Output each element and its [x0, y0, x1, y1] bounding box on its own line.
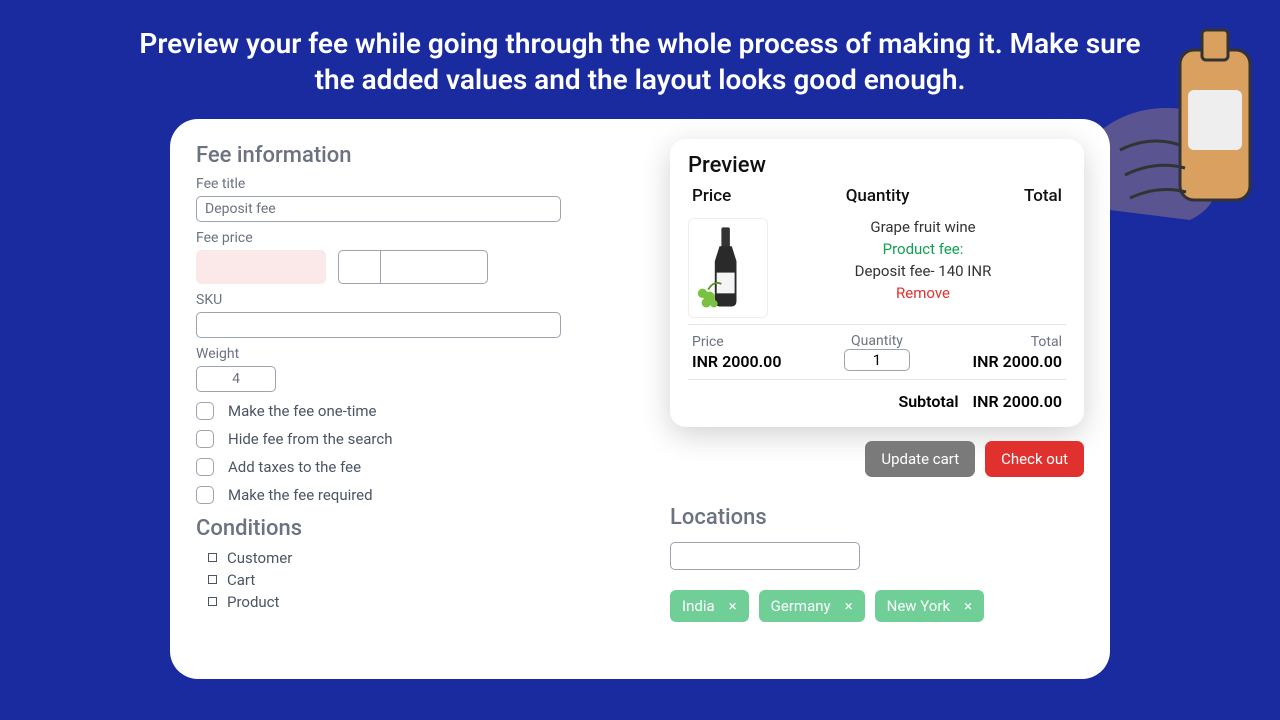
fee-price-input[interactable]	[196, 250, 326, 284]
preview-column: Preview Price Quantity Total	[670, 143, 1084, 655]
condition-customer[interactable]: Customer	[196, 547, 610, 569]
fee-title-input[interactable]	[196, 196, 561, 222]
locations-input[interactable]	[670, 542, 860, 570]
product-image	[688, 218, 768, 318]
tag-germany[interactable]: Germany×	[759, 590, 865, 622]
check-hide-search[interactable]: Hide fee from the search	[196, 430, 610, 448]
preview-card: Preview Price Quantity Total	[670, 139, 1084, 427]
locations-heading: Locations	[670, 505, 1084, 530]
check-required[interactable]: Make the fee required	[196, 486, 610, 504]
total-value: INR 2000.00	[973, 352, 1062, 371]
remove-link[interactable]: Remove	[780, 284, 1066, 302]
tag-india[interactable]: India×	[670, 590, 749, 622]
col-price: Price	[692, 186, 731, 206]
subtotal-label: Subtotal	[898, 392, 958, 411]
subtotal-value: INR 2000.00	[973, 392, 1062, 411]
price-value: INR 2000.00	[692, 352, 781, 371]
locations-section: Locations India× Germany× New York×	[670, 505, 1084, 622]
close-icon[interactable]: ×	[964, 597, 972, 615]
fee-title-label: Fee title	[196, 176, 610, 192]
price-label: Price	[692, 334, 781, 350]
condition-cart[interactable]: Cart	[196, 569, 610, 591]
main-board: Fee information Fee title Fee price SKU …	[170, 119, 1110, 679]
conditions-heading: Conditions	[196, 516, 610, 541]
fee-form-column: Fee information Fee title Fee price SKU …	[196, 143, 610, 655]
weight-input[interactable]	[196, 366, 276, 392]
sku-input[interactable]	[196, 312, 561, 338]
col-quantity: Quantity	[846, 186, 910, 206]
checkout-button[interactable]: Check out	[985, 441, 1084, 477]
update-cart-button[interactable]: Update cart	[865, 441, 975, 477]
total-label: Total	[973, 334, 1062, 350]
check-add-taxes[interactable]: Add taxes to the fee	[196, 458, 610, 476]
sku-label: SKU	[196, 292, 610, 308]
qty-label: Quantity	[844, 333, 910, 349]
qty-input[interactable]	[844, 349, 910, 371]
fee-currency-selector[interactable]	[338, 250, 488, 284]
weight-label: Weight	[196, 346, 610, 362]
tag-newyork[interactable]: New York×	[875, 590, 984, 622]
close-icon[interactable]: ×	[729, 597, 737, 615]
product-fee-label: Product fee:	[780, 240, 1066, 258]
fee-info-heading: Fee information	[196, 143, 610, 168]
close-icon[interactable]: ×	[845, 597, 853, 615]
col-total: Total	[1024, 186, 1062, 206]
check-onetime[interactable]: Make the fee one-time	[196, 402, 610, 420]
preview-heading: Preview	[688, 153, 1066, 178]
condition-product[interactable]: Product	[196, 591, 610, 613]
fee-price-label: Fee price	[196, 230, 610, 246]
product-name: Grape fruit wine	[780, 218, 1066, 236]
product-fee-line: Deposit fee- 140 INR	[780, 262, 1066, 280]
